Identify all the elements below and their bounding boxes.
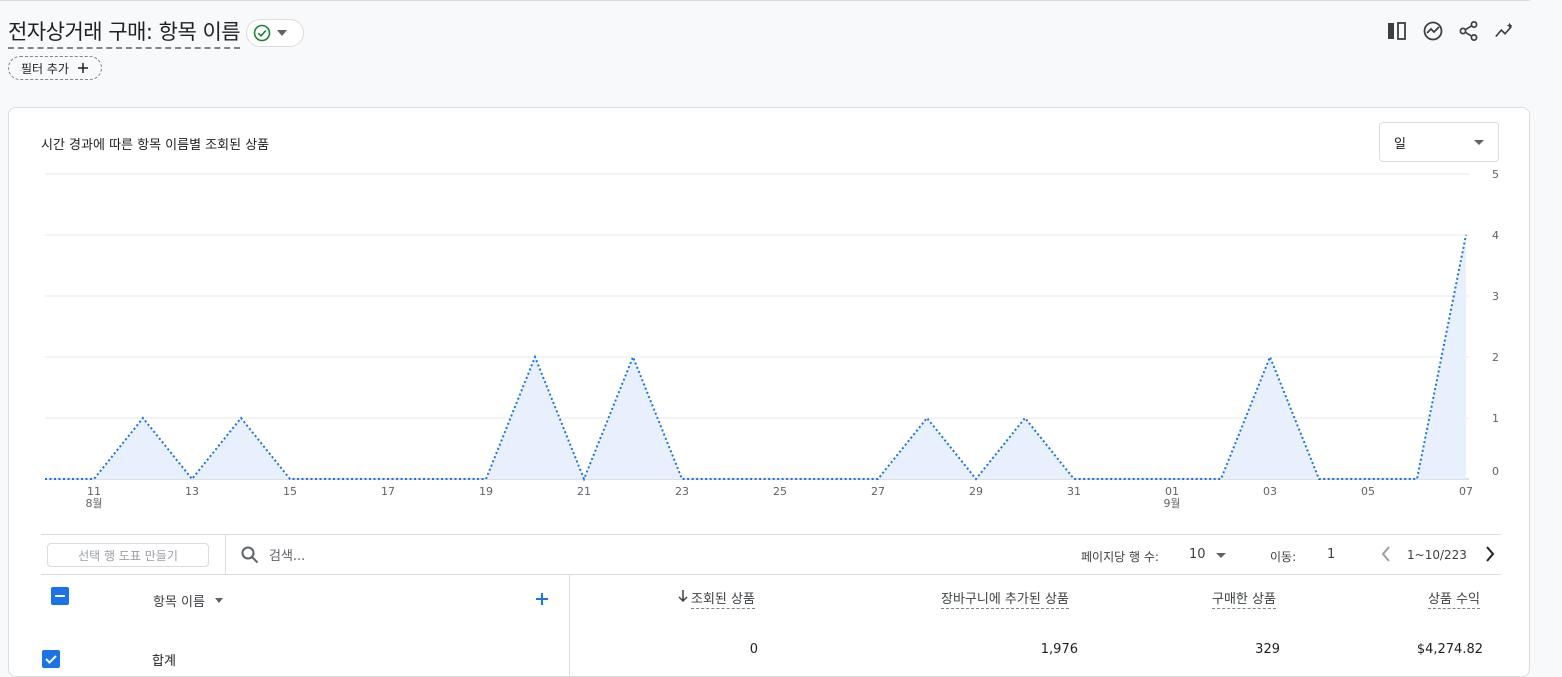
compare-icon[interactable]: [1386, 18, 1408, 44]
share-icon[interactable]: [1458, 18, 1480, 44]
total-views: 0: [749, 642, 758, 657]
prev-page-button[interactable]: [1379, 544, 1393, 568]
rows-per-page-select[interactable]: 10: [1189, 547, 1206, 562]
plus-icon: [77, 63, 88, 73]
check-icon: [45, 655, 57, 664]
chevron-down-icon: [277, 29, 288, 36]
totals-checkbox[interactable]: [42, 650, 60, 668]
select-all-checkbox[interactable]: [51, 587, 69, 605]
metric-header-purchased[interactable]: 구매한 상품: [1212, 588, 1276, 609]
toolbar-divider: [225, 535, 226, 575]
add-filter-label: 필터 추가: [21, 61, 69, 76]
x-tick-label: 21: [577, 485, 591, 498]
chevron-down-icon[interactable]: [1216, 553, 1226, 558]
page-title[interactable]: 전자상거래 구매: 항목 이름: [8, 16, 241, 49]
total-purchased: 329: [1255, 642, 1280, 657]
x-tick-label: 31: [1067, 485, 1081, 498]
line-chart: 012345118월13 15 17 19 21 23 25 27 29 31 019월03 05 07: [45, 168, 1499, 510]
x-tick-label: 05: [1361, 485, 1375, 498]
x-tick-label: 03: [1263, 485, 1277, 498]
next-page-button[interactable]: [1483, 544, 1497, 568]
page-range: 1~10/223: [1407, 548, 1467, 562]
x-tick-label: 15: [283, 485, 297, 498]
x-tick-label: 25: [773, 485, 787, 498]
goto-page-input[interactable]: 1: [1327, 547, 1335, 562]
y-tick-label: 0: [1492, 465, 1499, 478]
metric-header-add-to-cart[interactable]: 장바구니에 추가된 상품: [941, 588, 1069, 609]
metric-header-views[interactable]: 조회된 상품: [691, 588, 755, 609]
x-tick-label: 17: [381, 485, 395, 498]
report-toolbar: [1386, 18, 1516, 44]
goto-label: 이동:: [1270, 550, 1297, 564]
total-revenue: $4,274.82: [1416, 642, 1483, 657]
x-tick-label: 07: [1459, 485, 1473, 498]
table-toolbar: 선택 행 도표 만들기 검색... 페이지당 행 수: 10 이동: 1 1~1…: [41, 534, 1501, 575]
x-tick-label: 13: [185, 485, 199, 498]
y-tick-label: 2: [1492, 351, 1499, 364]
chevron-left-icon: [1381, 546, 1390, 562]
dimension-header-label: 항목 이름: [153, 595, 205, 610]
x-tick-label: 27: [871, 485, 885, 498]
dimension-header[interactable]: 항목 이름: [153, 591, 223, 610]
x-month-label: 9월: [1163, 497, 1180, 510]
y-tick-label: 3: [1492, 290, 1499, 303]
search-input[interactable]: 검색...: [241, 545, 305, 564]
table-header: 항목 이름 조회된 상품 장바구니에 추가된 상품 구매한 상품 상품 수익: [41, 575, 1501, 675]
chart-card: 시간 경과에 따른 항목 이름별 조회된 상품 일 0 1 2 3 4 5 11 8월 13 15…: [8, 107, 1530, 677]
explore-icon[interactable]: [1494, 18, 1516, 44]
rows-per-page-label: 페이지당 행 수:: [1081, 550, 1159, 564]
x-tick-label: 29: [969, 485, 983, 498]
total-add-to-cart: 1,976: [1040, 642, 1078, 657]
status-chip[interactable]: [246, 18, 305, 47]
totals-label: 합계: [152, 654, 176, 669]
insights-icon[interactable]: [1422, 18, 1444, 44]
check-circle-icon: [253, 24, 271, 41]
y-tick-label: 4: [1492, 229, 1499, 242]
x-tick-label: 19: [479, 485, 493, 498]
plus-icon: [536, 593, 548, 605]
title-area: 전자상거래 구매: 항목 이름: [8, 16, 305, 49]
dimension-column: 항목 이름: [41, 575, 570, 675]
chevron-down-icon: [214, 598, 223, 603]
search-placeholder: 검색...: [269, 549, 306, 564]
add-filter-button[interactable]: 필터 추가: [8, 56, 102, 80]
chevron-right-icon: [1486, 546, 1495, 562]
top-divider: [0, 0, 1530, 1]
x-month-label: 8월: [85, 497, 102, 510]
x-tick-label: 23: [675, 485, 689, 498]
metric-header-revenue[interactable]: 상품 수익: [1428, 588, 1480, 609]
add-dimension-button[interactable]: [535, 587, 549, 611]
y-tick-label: 1: [1492, 412, 1499, 425]
y-tick-label: 5: [1492, 168, 1499, 181]
create-chart-from-selection-button[interactable]: 선택 행 도표 만들기: [47, 543, 209, 567]
sort-descending-icon[interactable]: [678, 589, 688, 607]
search-icon: [241, 546, 259, 563]
